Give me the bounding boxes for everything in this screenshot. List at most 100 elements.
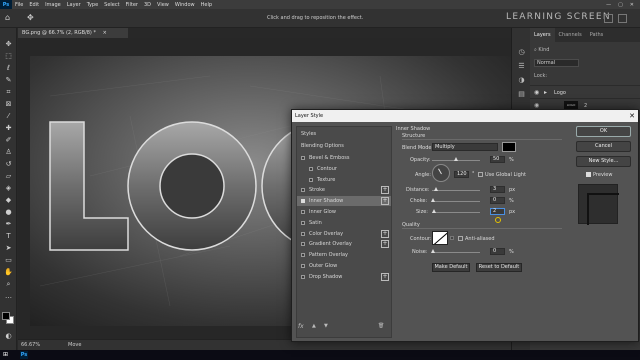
shape-icon[interactable]: ▭ <box>3 256 14 265</box>
dialog-close-icon[interactable]: ✕ <box>629 110 635 122</box>
size-slider-knob[interactable] <box>432 209 436 213</box>
style-checkbox[interactable] <box>301 264 305 268</box>
move-down-icon[interactable]: ▼ <box>324 323 328 329</box>
properties-panel-icon[interactable]: ☰ <box>517 62 526 71</box>
style-item-drop-shadow[interactable]: Drop Shadow + <box>297 272 391 282</box>
tab-close-icon[interactable]: × <box>103 30 107 36</box>
path-select-icon[interactable]: ➤ <box>3 244 14 253</box>
marquee-icon[interactable]: ⬚ <box>3 52 14 61</box>
minimize-icon[interactable]: — <box>606 2 611 8</box>
size-input[interactable]: 2 <box>490 208 505 215</box>
shadow-color-swatch[interactable] <box>502 142 516 152</box>
angle-dial[interactable] <box>432 164 450 182</box>
home-icon[interactable]: ⌂ <box>5 13 15 23</box>
fx-icon[interactable]: fx <box>298 323 304 330</box>
move-tool-icon[interactable]: ✥ <box>27 13 41 23</box>
distance-slider-knob[interactable] <box>434 187 438 191</box>
style-checkbox[interactable] <box>301 188 305 193</box>
more-tools-icon[interactable]: … <box>3 292 14 301</box>
frame-icon[interactable]: ⊠ <box>3 100 14 109</box>
menu-filter[interactable]: Filter <box>123 2 141 8</box>
style-item-gradient-overlay[interactable]: Gradient Overlay + <box>297 239 391 249</box>
adjustments-panel-icon[interactable]: ◑ <box>517 76 526 85</box>
brush-icon[interactable]: ✐ <box>3 136 14 145</box>
style-item-texture[interactable]: Texture <box>297 175 391 185</box>
zoom-icon[interactable]: ⌕ <box>3 280 14 289</box>
choke-slider-knob[interactable] <box>431 198 435 202</box>
make-default-button[interactable]: Make Default <box>432 263 470 272</box>
style-item-stroke[interactable]: Stroke + <box>297 185 391 195</box>
type-icon[interactable]: T <box>3 232 14 241</box>
menu-view[interactable]: View <box>154 2 172 8</box>
add-style-icon[interactable]: + <box>381 272 389 281</box>
dodge-icon[interactable]: ● <box>3 208 14 217</box>
distance-input[interactable]: 3 <box>490 186 505 193</box>
blend-mode-select[interactable]: Normal <box>534 59 579 67</box>
reset-to-default-button[interactable]: Reset to Default <box>476 263 522 272</box>
menu-image[interactable]: Image <box>42 2 64 8</box>
quick-select-icon[interactable]: ✎ <box>3 76 14 85</box>
noise-slider-knob[interactable] <box>431 249 435 253</box>
opacity-input[interactable]: 50 <box>490 156 505 163</box>
style-checkbox[interactable] <box>301 231 305 236</box>
contour-picker[interactable] <box>432 231 448 245</box>
style-item-contour[interactable]: Contour <box>297 164 391 174</box>
paint-bucket-icon[interactable]: ◈ <box>3 184 14 193</box>
menu-type[interactable]: Type <box>84 2 101 8</box>
history-panel-icon[interactable]: ◷ <box>517 48 526 57</box>
style-item-outer-glow[interactable]: Outer Glow <box>297 261 391 271</box>
move-icon[interactable]: ✥ <box>3 40 14 49</box>
visibility-eye-icon[interactable]: ◉ <box>534 102 539 109</box>
style-checkbox[interactable] <box>301 156 305 160</box>
add-style-icon[interactable]: + <box>381 229 389 238</box>
lasso-icon[interactable]: ℓ <box>3 64 14 73</box>
opacity-slider-knob[interactable] <box>454 157 458 161</box>
eyedropper-icon[interactable]: ⁄ <box>3 112 14 121</box>
blending-options[interactable]: Blending Options <box>297 141 391 151</box>
style-checkbox[interactable] <box>309 166 313 171</box>
styles-header[interactable]: Styles <box>297 129 391 139</box>
move-up-icon[interactable]: ▲ <box>312 323 316 329</box>
menu-help[interactable]: Help <box>198 2 215 8</box>
document-tab[interactable]: BG.png @ 66.7% (2, RGB/8) * × <box>18 28 128 38</box>
noise-slider[interactable] <box>432 252 480 253</box>
use-global-light-checkbox[interactable] <box>478 172 483 177</box>
ok-button[interactable]: OK <box>576 126 631 137</box>
style-item-bevel-emboss[interactable]: Bevel & Emboss <box>297 153 391 163</box>
style-checkbox[interactable] <box>301 220 305 225</box>
tab-channels[interactable]: Channels <box>555 28 586 42</box>
foreground-color-swatch[interactable] <box>2 312 10 320</box>
search-icon[interactable] <box>604 14 613 23</box>
tab-paths[interactable]: Paths <box>586 28 608 42</box>
hand-icon[interactable]: ✋ <box>3 268 14 277</box>
noise-input[interactable]: 0 <box>490 248 505 255</box>
new-style-button[interactable]: New Style... <box>576 156 631 167</box>
style-checkbox[interactable] <box>309 177 313 182</box>
maximize-icon[interactable]: ▢ <box>618 2 623 8</box>
trash-icon[interactable]: 🗑 <box>378 323 384 329</box>
add-style-icon[interactable]: + <box>381 197 389 206</box>
menu-edit[interactable]: Edit <box>26 2 42 8</box>
style-checkbox[interactable] <box>301 253 305 258</box>
menu-window[interactable]: Window <box>172 2 198 8</box>
tab-layers[interactable]: Layers <box>530 28 555 42</box>
choke-slider[interactable] <box>432 201 480 202</box>
history-brush-icon[interactable]: ↺ <box>3 160 14 169</box>
style-item-pattern-overlay[interactable]: Pattern Overlay <box>297 250 391 260</box>
anti-aliased-checkbox[interactable] <box>458 236 463 241</box>
libraries-panel-icon[interactable]: ▤ <box>517 90 526 99</box>
add-style-icon[interactable]: + <box>381 186 389 195</box>
style-item-inner-shadow[interactable]: Inner Shadow + <box>297 196 391 207</box>
style-checkbox[interactable] <box>301 274 305 279</box>
photoshop-taskbar-icon[interactable]: Ps <box>20 351 28 359</box>
menu-select[interactable]: Select <box>101 2 122 8</box>
close-icon[interactable]: ✕ <box>630 2 634 8</box>
distance-slider[interactable] <box>432 190 480 191</box>
quick-mask-icon[interactable]: ◐ <box>3 332 14 341</box>
blend-mode-dropdown[interactable]: Multiply <box>432 143 498 151</box>
visibility-eye-icon[interactable]: ◉ <box>534 89 539 96</box>
menu-layer[interactable]: Layer <box>64 2 84 8</box>
pen-icon[interactable]: ✒ <box>3 220 14 229</box>
cancel-button[interactable]: Cancel <box>576 141 631 152</box>
layer-row-logo-group[interactable]: ◉ ▸ Logo <box>530 85 640 98</box>
